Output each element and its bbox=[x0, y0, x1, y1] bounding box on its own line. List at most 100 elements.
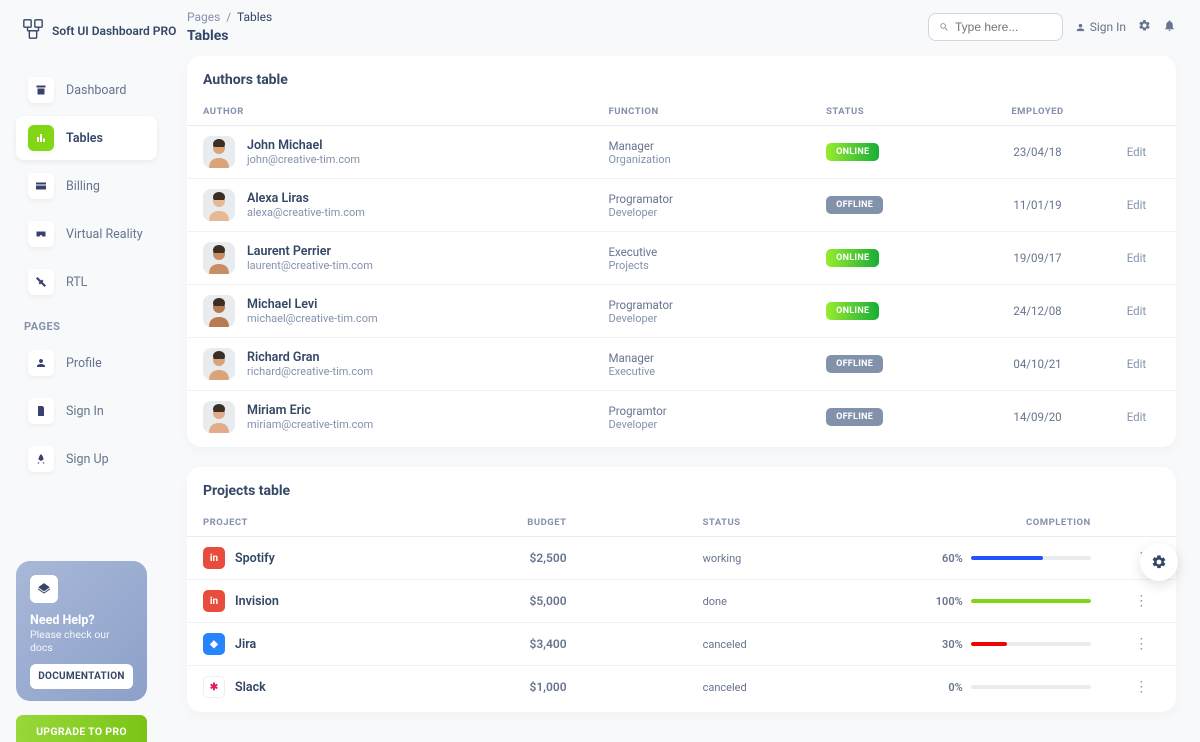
nav-item-sign-in[interactable]: Sign In bbox=[16, 389, 157, 433]
tools-icon bbox=[28, 269, 54, 295]
author-function: Manager bbox=[608, 351, 794, 365]
avatar bbox=[203, 401, 235, 433]
author-name: John Michael bbox=[247, 138, 360, 153]
author-subfunction: Executive bbox=[608, 365, 794, 378]
completion-pct: 0% bbox=[929, 681, 963, 694]
author-subfunction: Developer bbox=[608, 312, 794, 325]
authors-card: Authors table AUTHOR FUNCTION STATUS EMP… bbox=[187, 56, 1176, 447]
project-icon: ◆ bbox=[203, 633, 225, 655]
author-name: Michael Levi bbox=[247, 297, 378, 312]
nav-item-rtl[interactable]: RTL bbox=[16, 260, 157, 304]
author-subfunction: Organization bbox=[608, 153, 794, 166]
col-employed: EMPLOYED bbox=[978, 98, 1097, 126]
breadcrumb-current: Tables bbox=[237, 10, 272, 24]
author-email: michael@creative-tim.com bbox=[247, 312, 378, 325]
col-status: STATUS bbox=[810, 98, 978, 126]
project-status: canceled bbox=[583, 623, 830, 666]
rocket-icon bbox=[28, 446, 54, 472]
col-completion: COMPLETION bbox=[830, 509, 1107, 537]
project-row: in Spotify $2,500 working 60% ⋮ bbox=[187, 537, 1176, 580]
author-function: Manager bbox=[608, 139, 794, 153]
author-name: Laurent Perrier bbox=[247, 244, 373, 259]
breadcrumb: Pages / Tables bbox=[187, 10, 272, 24]
author-function: Executive bbox=[608, 245, 794, 259]
author-function: Programtor bbox=[608, 404, 794, 418]
page-title: Tables bbox=[187, 28, 272, 44]
edit-link[interactable]: Edit bbox=[1097, 338, 1176, 391]
author-subfunction: Projects bbox=[608, 259, 794, 272]
edit-link[interactable]: Edit bbox=[1097, 179, 1176, 232]
edit-link[interactable]: Edit bbox=[1097, 391, 1176, 444]
project-budget: $2,500 bbox=[454, 537, 583, 580]
nav-item-virtual-reality[interactable]: Virtual Reality bbox=[16, 212, 157, 256]
employed-date: 14/09/20 bbox=[978, 391, 1097, 444]
project-name: Jira bbox=[235, 637, 256, 652]
avatar bbox=[203, 348, 235, 380]
author-email: alexa@creative-tim.com bbox=[247, 206, 365, 219]
topbar: Pages / Tables Tables Sign In bbox=[187, 10, 1176, 44]
completion-pct: 30% bbox=[929, 638, 963, 651]
brand-icon bbox=[22, 18, 44, 44]
brand[interactable]: Soft UI Dashboard PRO bbox=[22, 18, 157, 44]
nav-item-label: Sign In bbox=[66, 404, 104, 419]
author-row: Laurent Perrier laurent@creative-tim.com… bbox=[187, 232, 1176, 285]
edit-link[interactable]: Edit bbox=[1097, 126, 1176, 179]
project-row: in Invision $5,000 done 100% ⋮ bbox=[187, 580, 1176, 623]
settings-icon[interactable] bbox=[1138, 19, 1151, 36]
project-icon: ✱ bbox=[203, 676, 225, 698]
project-status: done bbox=[583, 580, 830, 623]
author-subfunction: Developer bbox=[608, 418, 794, 431]
settings-fab[interactable] bbox=[1140, 543, 1178, 581]
project-status: canceled bbox=[583, 666, 830, 709]
col-function: FUNCTION bbox=[592, 98, 810, 126]
search-box[interactable] bbox=[928, 13, 1063, 41]
search-icon bbox=[939, 21, 949, 33]
avatar bbox=[203, 189, 235, 221]
project-row: ◆ Jira $3,400 canceled 30% ⋮ bbox=[187, 623, 1176, 666]
more-icon[interactable]: ⋮ bbox=[1107, 580, 1176, 623]
projects-card-title: Projects table bbox=[187, 483, 1176, 509]
employed-date: 23/04/18 bbox=[978, 126, 1097, 179]
nav-item-label: Profile bbox=[66, 356, 102, 371]
nav-item-profile[interactable]: Profile bbox=[16, 341, 157, 385]
brand-text: Soft UI Dashboard PRO bbox=[52, 24, 176, 38]
nav-item-dashboard[interactable]: Dashboard bbox=[16, 68, 157, 112]
breadcrumb-root[interactable]: Pages bbox=[187, 10, 220, 24]
project-name: Slack bbox=[235, 680, 266, 695]
project-icon: in bbox=[203, 590, 225, 612]
signin-label: Sign In bbox=[1090, 20, 1126, 34]
bell-icon[interactable] bbox=[1163, 19, 1176, 36]
edit-link[interactable]: Edit bbox=[1097, 232, 1176, 285]
employed-date: 04/10/21 bbox=[978, 338, 1097, 391]
more-icon[interactable]: ⋮ bbox=[1107, 666, 1176, 709]
project-name: Spotify bbox=[235, 551, 275, 566]
author-row: John Michael john@creative-tim.com Manag… bbox=[187, 126, 1176, 179]
projects-card: Projects table PROJECT BUDGET STATUS COM… bbox=[187, 467, 1176, 712]
nav-item-sign-up[interactable]: Sign Up bbox=[16, 437, 157, 481]
status-badge: OFFLINE bbox=[826, 408, 883, 426]
search-input[interactable] bbox=[955, 20, 1052, 34]
nav-item-billing[interactable]: Billing bbox=[16, 164, 157, 208]
edit-link[interactable]: Edit bbox=[1097, 285, 1176, 338]
nav-item-label: Billing bbox=[66, 179, 100, 194]
status-badge: ONLINE bbox=[826, 143, 879, 161]
signin-link[interactable]: Sign In bbox=[1075, 20, 1126, 34]
nav-item-label: Virtual Reality bbox=[66, 227, 143, 242]
author-name: Richard Gran bbox=[247, 350, 373, 365]
progress-track bbox=[971, 599, 1091, 603]
nav-item-tables[interactable]: Tables bbox=[16, 116, 157, 160]
avatar bbox=[203, 295, 235, 327]
progress-bar bbox=[971, 599, 1091, 603]
employed-date: 24/12/08 bbox=[978, 285, 1097, 338]
author-email: laurent@creative-tim.com bbox=[247, 259, 373, 272]
progress-bar bbox=[971, 642, 1007, 646]
progress-track bbox=[971, 556, 1091, 560]
employed-date: 11/01/19 bbox=[978, 179, 1097, 232]
progress-track bbox=[971, 685, 1091, 689]
user-icon bbox=[1075, 22, 1086, 33]
status-badge: ONLINE bbox=[826, 249, 879, 267]
doc-icon bbox=[28, 398, 54, 424]
more-icon[interactable]: ⋮ bbox=[1107, 623, 1176, 666]
shop-icon bbox=[28, 77, 54, 103]
col-author: AUTHOR bbox=[187, 98, 592, 126]
